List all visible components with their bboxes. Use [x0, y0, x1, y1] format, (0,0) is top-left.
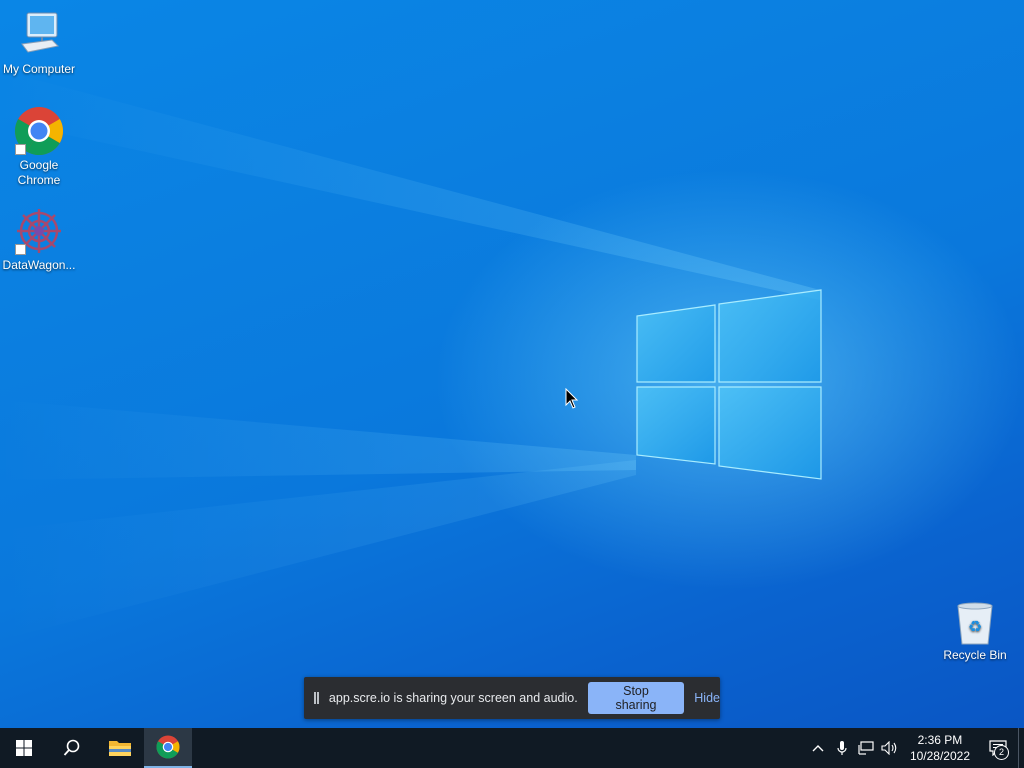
shortcut-arrow-icon [15, 244, 26, 255]
windows-start-icon [16, 740, 32, 756]
notification-count-badge: 2 [994, 745, 1009, 760]
wallpaper-light-beams [0, 70, 822, 640]
computer-icon [14, 10, 64, 60]
windows-logo [636, 289, 822, 480]
clock-time: 2:36 PM [917, 733, 963, 747]
search-icon [63, 739, 80, 756]
mouse-cursor-icon [565, 388, 579, 409]
chevron-up-icon [812, 745, 824, 752]
desktop-icon-label: My Computer [2, 62, 76, 76]
clock[interactable]: 2:36 PM 10/28/2022 [902, 732, 978, 764]
desktop-icon-datawagon[interactable]: DataWagon... [0, 206, 78, 273]
start-button[interactable] [0, 728, 48, 768]
desktop-wallpaper [0, 0, 1024, 728]
show-desktop-button[interactable] [1018, 728, 1024, 768]
desktop-icon-label: Recycle Bin [943, 648, 1007, 662]
system-tray: 2:36 PM 10/28/2022 2 [806, 728, 1024, 768]
microphone-icon [837, 741, 847, 755]
folder-icon [109, 741, 131, 756]
taskbar-file-explorer[interactable] [96, 728, 144, 768]
screen-share-bar: app.scre.io is sharing your screen and a… [304, 677, 720, 719]
network-button[interactable] [854, 728, 878, 768]
microphone-button[interactable] [830, 728, 854, 768]
taskbar-google-chrome[interactable] [144, 728, 192, 768]
hide-button[interactable]: Hide [694, 691, 720, 705]
datawagon-icon [14, 206, 64, 256]
desktop-icon-my-computer[interactable]: My Computer [0, 10, 78, 77]
svg-text:♻: ♻ [968, 617, 982, 636]
shortcut-arrow-icon [15, 144, 26, 155]
search-button[interactable] [48, 728, 96, 768]
action-center-button[interactable]: 2 [978, 728, 1018, 768]
desktop-icon-label: Google Chrome [17, 158, 61, 187]
recycle-bin-icon: ♻ [950, 602, 1000, 646]
show-hidden-icons-button[interactable] [806, 728, 830, 768]
chrome-icon [14, 106, 64, 156]
network-icon [858, 741, 874, 755]
volume-button[interactable] [878, 728, 902, 768]
stop-sharing-button[interactable]: Stop sharing [587, 682, 685, 714]
desktop-icon-google-chrome[interactable]: Google Chrome [0, 106, 78, 188]
desktop-icon-label: DataWagon... [2, 258, 76, 272]
taskbar: 2:36 PM 10/28/2022 2 [0, 728, 1024, 768]
speaker-icon [881, 741, 897, 755]
drag-handle-icon[interactable] [314, 692, 319, 704]
share-message: app.scre.io is sharing your screen and a… [328, 691, 578, 705]
chrome-icon [156, 735, 180, 759]
clock-date: 10/28/2022 [909, 749, 970, 763]
desktop-icon-recycle-bin[interactable]: ♻ Recycle Bin [936, 602, 1014, 663]
